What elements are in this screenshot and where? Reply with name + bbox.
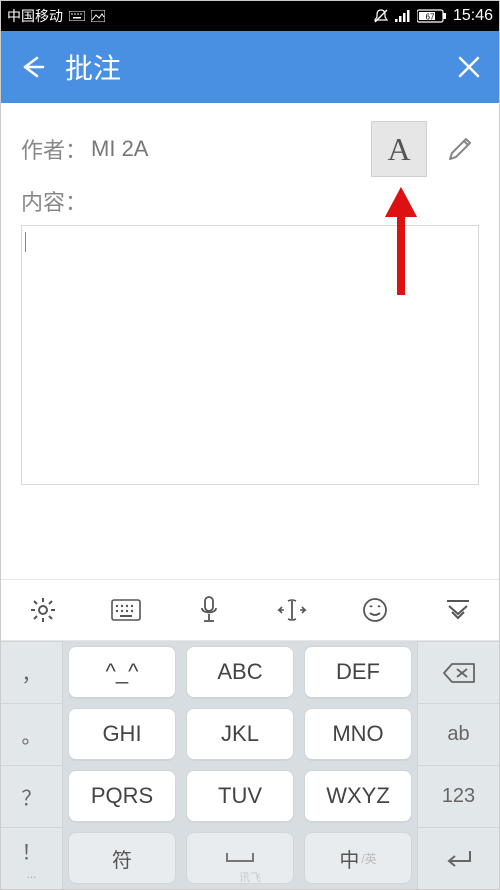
close-button[interactable] bbox=[449, 55, 481, 79]
text-caret bbox=[25, 232, 26, 252]
keyboard-grid: ， ^_^ ABC DEF 。 GHI JKL MNO ab ？ PQRS TU… bbox=[1, 641, 499, 889]
content-label: 内容： bbox=[21, 185, 87, 217]
content-area: 作者： MI 2A A 内容： bbox=[1, 103, 499, 495]
language-toggle-key[interactable]: 中/英 bbox=[304, 832, 412, 884]
carrier-label: 中国移动 bbox=[7, 6, 63, 26]
case-toggle-key[interactable]: ab bbox=[417, 703, 499, 765]
svg-text:67: 67 bbox=[426, 13, 435, 22]
backspace-icon bbox=[442, 661, 476, 685]
key-emoticon[interactable]: ^_^ bbox=[68, 646, 176, 698]
status-bar: 中国移动 67 15:46 bbox=[1, 1, 499, 31]
silent-mode-icon bbox=[373, 8, 389, 24]
emoji-icon bbox=[362, 597, 388, 623]
ime-brand-label: 讯飞 bbox=[239, 869, 261, 885]
battery-icon: 67 bbox=[417, 9, 447, 23]
punct-key-exclaim[interactable]: ！ ... bbox=[1, 827, 63, 889]
collapse-keyboard-button[interactable] bbox=[438, 590, 478, 630]
key-jkl[interactable]: JKL bbox=[186, 708, 294, 760]
key-abc[interactable]: ABC bbox=[186, 646, 294, 698]
signal-icon bbox=[395, 10, 411, 22]
space-icon bbox=[225, 849, 255, 867]
backspace-key[interactable] bbox=[417, 641, 499, 703]
page-title: 批注 bbox=[51, 47, 449, 87]
key-tuv[interactable]: TUV bbox=[186, 770, 294, 822]
punct-key-question[interactable]: ？ bbox=[1, 765, 63, 827]
enter-icon bbox=[444, 848, 474, 870]
key-wxyz[interactable]: WXYZ bbox=[304, 770, 412, 822]
key-def[interactable]: DEF bbox=[304, 646, 412, 698]
author-label: 作者： bbox=[21, 133, 87, 165]
back-button[interactable] bbox=[19, 54, 51, 80]
enter-key[interactable] bbox=[417, 827, 499, 889]
chevron-down-icon bbox=[445, 598, 471, 622]
voice-input-button[interactable] bbox=[189, 590, 229, 630]
cursor-tool-button[interactable] bbox=[272, 590, 312, 630]
keyboard-icon bbox=[111, 599, 141, 621]
settings-button[interactable] bbox=[23, 590, 63, 630]
microphone-icon bbox=[199, 596, 219, 624]
symbol-key[interactable]: 符 bbox=[68, 832, 176, 884]
app-header: 批注 bbox=[1, 31, 499, 103]
punct-key-period[interactable]: 。 bbox=[1, 703, 63, 765]
ime-keyboard: ， ^_^ ABC DEF 。 GHI JKL MNO ab ？ PQRS TU… bbox=[1, 579, 499, 889]
cursor-icon bbox=[277, 598, 307, 622]
emoji-button[interactable] bbox=[355, 590, 395, 630]
keyboard-toolbar bbox=[1, 580, 499, 641]
annotation-textarea[interactable] bbox=[21, 225, 479, 485]
numeric-toggle-key[interactable]: 123 bbox=[417, 765, 499, 827]
key-pqrs[interactable]: PQRS bbox=[68, 770, 176, 822]
author-value: MI 2A bbox=[91, 136, 148, 162]
keyboard-layout-button[interactable] bbox=[106, 590, 146, 630]
draw-tool-button[interactable] bbox=[441, 130, 479, 168]
gear-icon bbox=[29, 596, 57, 624]
keyboard-indicator-icon bbox=[69, 11, 85, 21]
clock: 15:46 bbox=[453, 7, 493, 25]
punct-key-comma[interactable]: ， bbox=[1, 641, 63, 703]
pencil-icon bbox=[444, 133, 476, 165]
key-mno[interactable]: MNO bbox=[304, 708, 412, 760]
picture-indicator-icon bbox=[91, 10, 105, 22]
key-ghi[interactable]: GHI bbox=[68, 708, 176, 760]
text-tool-button[interactable]: A bbox=[371, 121, 427, 177]
